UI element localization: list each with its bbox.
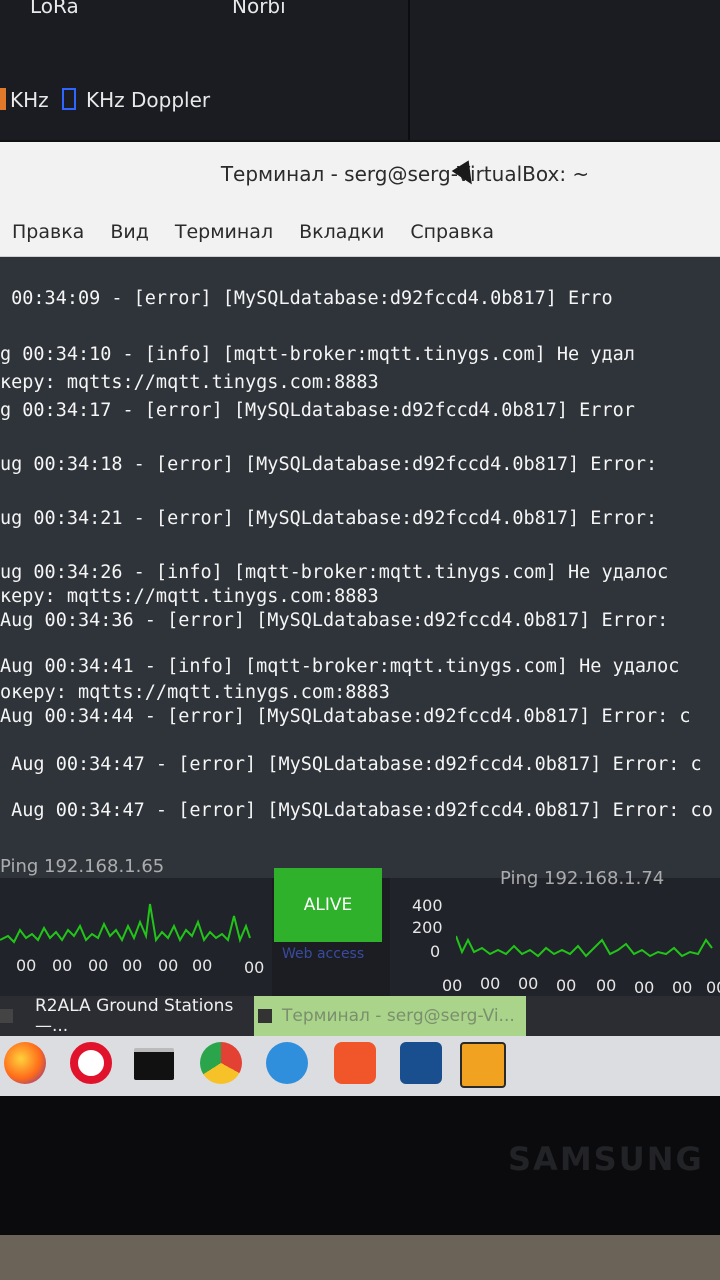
terminal-line: Aug 00:34:47 - [error] [MySQLdatabase:d9… xyxy=(0,800,713,821)
terminal-line: ug 00:34:26 - [info] [mqtt-broker:mqtt.t… xyxy=(0,562,669,583)
x-tick: 00 xyxy=(672,978,693,997)
x-tick: 00 xyxy=(244,958,265,977)
taskbar-item-terminal[interactable]: Терминал - serg@serg-Vi... xyxy=(254,996,526,1036)
x-tick: 00 xyxy=(480,974,501,993)
terminal-line: Aug 00:34:47 - [error] [MySQLdatabase:d9… xyxy=(0,754,702,775)
x-tick: 00 xyxy=(16,956,37,975)
menu-item-help[interactable]: Справка xyxy=(410,221,494,243)
x-tick: 00 xyxy=(634,978,655,997)
ie-icon[interactable] xyxy=(266,1042,308,1084)
x-tick: 00 xyxy=(158,956,179,975)
ping-panel-right: Ping 192.168.1.74 400 200 0 00 00 00 00 … xyxy=(390,868,720,997)
terminal-line: керу: mqtts://mqtt.tinygs.com:8883 xyxy=(0,586,379,607)
terminal-menubar: Правка Вид Терминал Вкладки Справка xyxy=(0,208,720,257)
x-tick: 00 xyxy=(122,956,143,975)
menu-item-edit[interactable]: Правка xyxy=(12,221,84,243)
khz-doppler-label: KHz Doppler xyxy=(86,88,211,112)
x-tick: 00 xyxy=(52,956,73,975)
terminal-line: Aug 00:34:36 - [error] [MySQLdatabase:d9… xyxy=(0,610,669,631)
terminal-line: g 00:34:10 - [info] [mqtt-broker:mqtt.ti… xyxy=(0,344,635,365)
terminal-line: ug 00:34:21 - [error] [MySQLdatabase:d92… xyxy=(0,508,658,529)
window-icon xyxy=(0,1009,13,1023)
brave-icon[interactable] xyxy=(334,1042,376,1084)
virtualbox-icon[interactable] xyxy=(400,1042,442,1084)
cmd-icon[interactable] xyxy=(134,1048,174,1080)
terminal-line: g 00:34:17 - [error] [MySQLdatabase:d92f… xyxy=(0,400,635,421)
window-title: Терминал - serg@serg-VirtualBox: ~ xyxy=(220,162,590,186)
x-tick: 00 xyxy=(192,956,213,975)
window-titlebar[interactable]: Терминал - serg@serg-VirtualBox: ~ xyxy=(0,142,720,208)
taskbar-windows-row: R2ALA Ground Stations —... Терминал - se… xyxy=(0,996,720,1036)
top-dashboard-strip: LoRa Norbi KHz KHz Doppler xyxy=(0,0,720,140)
x-tick: 00 xyxy=(518,974,539,993)
terminal-output[interactable]: 00:34:09 - [error] [MySQLdatabase:d92fcc… xyxy=(0,258,720,878)
web-access-link[interactable]: Web access xyxy=(282,946,364,962)
y-axis-label: 200 xyxy=(412,918,443,937)
blue-checkbox-icon[interactable] xyxy=(62,88,76,110)
terminal-line: Aug 00:34:44 - [error] [MySQLdatabase:d9… xyxy=(0,706,691,727)
ping-right-graph xyxy=(456,935,713,958)
terminal-line: ug 00:34:18 - [error] [MySQLdatabase:d92… xyxy=(0,454,658,475)
ping-dashboard: Ping 192.168.1.65 00 00 00 00 00 00 00 A… xyxy=(0,856,720,997)
chrome-icon[interactable] xyxy=(200,1042,242,1084)
matlab-icon[interactable] xyxy=(460,1042,506,1088)
y-axis-label: 0 xyxy=(430,942,441,961)
terminal-line: 00:34:09 - [error] [MySQLdatabase:d92fcc… xyxy=(0,288,613,309)
terminal-line: керу: mqtts://mqtt.tinygs.com:8883 xyxy=(0,372,379,393)
taskbar-item-ground-stations[interactable]: R2ALA Ground Stations —... xyxy=(0,996,254,1036)
orange-checkbox-icon[interactable] xyxy=(0,88,6,110)
x-tick: 00 xyxy=(596,976,617,995)
panel-divider xyxy=(408,0,410,140)
taskbar-item-label: Терминал - serg@serg-Vi... xyxy=(282,1006,515,1026)
terminal-line: океру: mqtts://mqtt.tinygs.com:8883 xyxy=(0,682,390,703)
monitor-brand-label: SAMSUNG xyxy=(508,1140,704,1178)
taskbar-item-label: R2ALA Ground Stations —... xyxy=(34,996,234,1036)
norbi-label: Norbi xyxy=(232,0,286,18)
x-tick: 00 xyxy=(706,978,720,997)
menu-item-terminal[interactable]: Терминал xyxy=(175,221,273,243)
terminal-line: Aug 00:34:41 - [info] [mqtt-broker:mqtt.… xyxy=(0,656,680,677)
ping-left-title: Ping 192.168.1.65 xyxy=(0,856,165,877)
x-tick: 00 xyxy=(88,956,109,975)
khz-label: KHz xyxy=(10,88,49,112)
ping-panel-left: Ping 192.168.1.65 00 00 00 00 00 00 00 xyxy=(0,856,272,996)
terminal-window[interactable]: Терминал - serg@serg-VirtualBox: ~ Правк… xyxy=(0,142,720,878)
x-tick: 00 xyxy=(442,976,463,995)
x-tick: 00 xyxy=(556,976,577,995)
alive-status-badge: ALIVE xyxy=(274,868,382,942)
taskbar-pinned-icons xyxy=(0,1036,720,1096)
menu-item-tabs[interactable]: Вкладки xyxy=(299,221,384,243)
firefox-icon[interactable] xyxy=(4,1042,46,1084)
opera-icon[interactable] xyxy=(70,1042,112,1084)
lora-label: LoRa xyxy=(30,0,79,18)
ping-right-title: Ping 192.168.1.74 xyxy=(500,868,665,889)
y-axis-label: 400 xyxy=(412,896,443,915)
menu-item-view[interactable]: Вид xyxy=(110,221,149,243)
desk-surface xyxy=(0,1235,720,1280)
terminal-icon xyxy=(258,1009,272,1023)
